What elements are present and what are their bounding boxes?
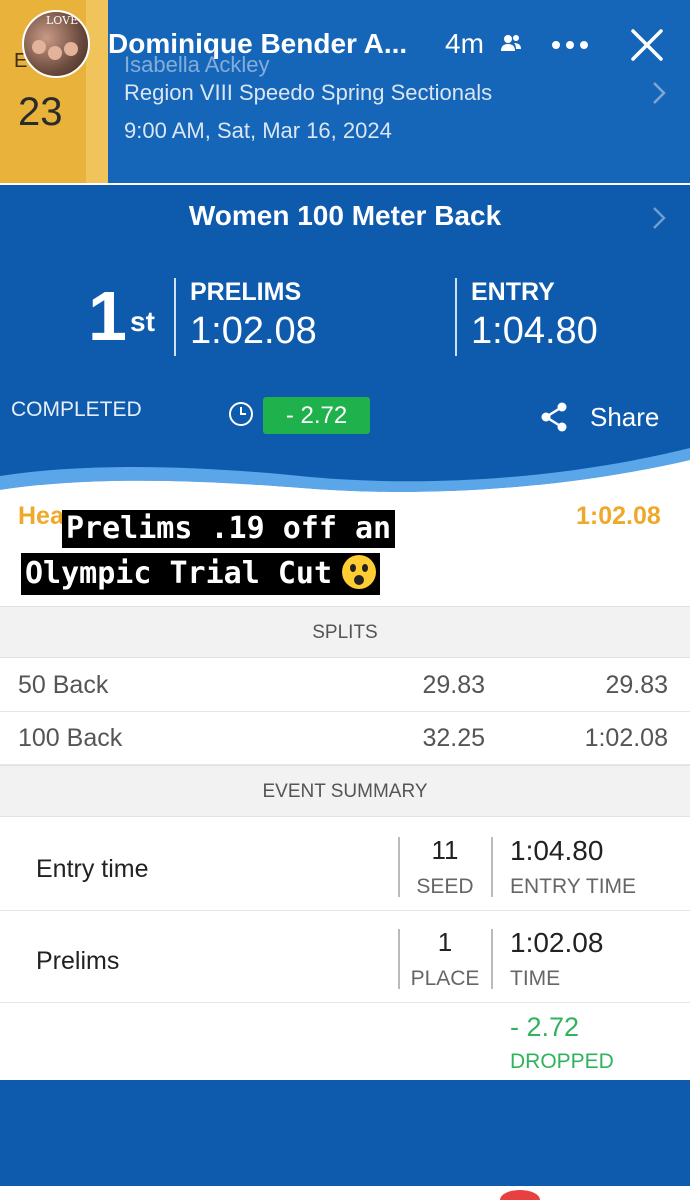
face-screaming-emoji (342, 554, 377, 589)
split-cumulative: 1:02.08 (584, 724, 668, 752)
divider (455, 278, 457, 356)
wave-divider (0, 440, 690, 500)
event-summary-header: EVENT SUMMARY (0, 765, 690, 817)
event-number: 23 (18, 90, 63, 134)
footer-bar (0, 1080, 690, 1186)
share-button[interactable]: Share (590, 402, 659, 433)
summary-label: Entry time (36, 855, 149, 883)
split-cumulative: 29.83 (605, 671, 668, 699)
time-caption: TIME (510, 967, 561, 990)
avatar[interactable]: LOVE (22, 10, 90, 78)
summary-row: Prelims 1 PLACE 1:02.08 TIME (0, 911, 690, 1003)
divider (174, 278, 176, 356)
event-badge-edge (86, 0, 108, 183)
story-caption-text: Olympic Trial Cut (25, 556, 333, 591)
entry-time-caption: ENTRY TIME (510, 875, 637, 898)
dropped-value: - 2.72 (510, 1012, 580, 1042)
heat-time: 1:02.08 (576, 502, 661, 530)
status-label: COMPLETED (11, 398, 142, 421)
split-time: 29.83 (422, 671, 485, 699)
summary-label: Prelims (36, 947, 120, 975)
entry-time: 1:04.80 (471, 310, 598, 352)
story-username[interactable]: Dominique Bender A... (108, 28, 407, 60)
seed-caption: SEED (416, 875, 474, 898)
summary-row: Entry time 11 SEED 1:04.80 ENTRY TIME (0, 819, 690, 911)
chevron-right-icon[interactable] (650, 205, 668, 231)
avatar-text: LOVE (46, 14, 79, 27)
bottom-strip (0, 1186, 690, 1200)
more-icon[interactable] (550, 30, 590, 60)
share-icon[interactable] (540, 402, 568, 432)
time-value: 1:02.08 (510, 927, 604, 958)
story-caption-line2: Olympic Trial Cut (21, 553, 381, 595)
avatar-face (48, 46, 62, 60)
chevron-right-icon[interactable] (650, 80, 668, 106)
event-title[interactable]: Women 100 Meter Back (0, 200, 690, 232)
avatar-face (64, 42, 78, 56)
prelims-label: PRELIMS (190, 278, 302, 306)
close-icon[interactable] (630, 28, 664, 62)
place-number: 1 (88, 277, 127, 355)
entry-label: ENTRY (471, 278, 555, 306)
meet-datetime: 9:00 AM, Sat, Mar 16, 2024 (124, 118, 392, 143)
time-drop-badge: - 2.72 (263, 397, 370, 434)
clock-icon (229, 402, 253, 426)
prelims-time: 1:02.08 (190, 310, 317, 352)
avatar-face (32, 40, 46, 54)
divider (491, 837, 493, 897)
split-row: 50 Back 29.83 29.83 (0, 659, 690, 712)
people-icon (501, 35, 521, 51)
place-value: 1 (437, 927, 453, 957)
split-row: 100 Back 32.25 1:02.08 (0, 712, 690, 765)
place-suffix: st (130, 306, 155, 337)
split-time: 32.25 (422, 724, 485, 752)
heat-label: Hea (18, 502, 64, 530)
split-name: 50 Back (18, 671, 109, 699)
meet-name[interactable]: Region VIII Speedo Spring Sectionals (124, 80, 492, 106)
seed-value: 11 (431, 835, 459, 865)
story-timestamp: 4m (445, 28, 484, 59)
story-caption-line1: Prelims .19 off an (62, 510, 396, 548)
splits-header: SPLITS (0, 606, 690, 658)
place-caption: PLACE (410, 967, 480, 990)
dropped-label: DROPPED (510, 1050, 614, 1073)
divider (491, 929, 493, 989)
entry-time-value: 1:04.80 (510, 835, 604, 866)
split-name: 100 Back (18, 724, 123, 752)
